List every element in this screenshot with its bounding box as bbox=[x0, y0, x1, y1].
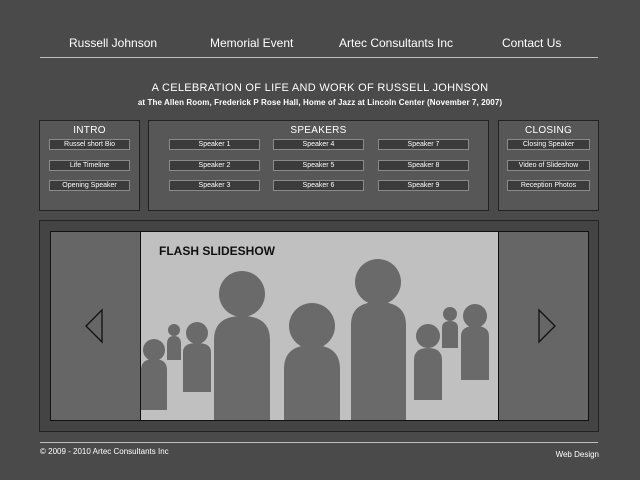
reception-photos-button[interactable]: Reception Photos bbox=[507, 180, 590, 191]
speakers-heading: SPEAKERS bbox=[290, 125, 347, 136]
next-slide-area[interactable] bbox=[498, 232, 588, 420]
arrow-left-icon[interactable] bbox=[84, 308, 104, 344]
web-design-credit[interactable]: Web Design bbox=[556, 450, 599, 459]
video-of-slideshow-button[interactable]: Video of Slideshow bbox=[507, 160, 590, 171]
slideshow-frame: FLASH SLIDESHOW bbox=[50, 231, 589, 421]
speaker-1-button[interactable]: Speaker 1 bbox=[169, 139, 260, 150]
copyright-text: © 2009 - 2010 Artec Consultants Inc bbox=[40, 447, 169, 456]
nav-link-memorial-event[interactable]: Memorial Event bbox=[210, 36, 293, 50]
life-timeline-button[interactable]: Life Timeline bbox=[49, 160, 130, 171]
speaker-3-button[interactable]: Speaker 3 bbox=[169, 180, 260, 191]
page-title: A CELEBRATION OF LIFE AND WORK OF RUSSEL… bbox=[151, 82, 489, 94]
closing-panel: CLOSING Closing Speaker Video of Slidesh… bbox=[498, 120, 599, 211]
top-nav: Russell Johnson Memorial Event Artec Con… bbox=[40, 36, 598, 58]
speaker-8-button[interactable]: Speaker 8 bbox=[378, 160, 469, 171]
previous-slide-area[interactable] bbox=[51, 232, 141, 420]
russel-short-bio-button[interactable]: Russel short Bio bbox=[49, 139, 130, 150]
speaker-6-button[interactable]: Speaker 6 bbox=[273, 180, 364, 191]
footer-divider bbox=[40, 442, 598, 443]
speakers-panel: SPEAKERS Speaker 1 Speaker 2 Speaker 3 S… bbox=[148, 120, 489, 211]
closing-heading: CLOSING bbox=[524, 125, 573, 136]
opening-speaker-button[interactable]: Opening Speaker bbox=[49, 180, 130, 191]
speaker-2-button[interactable]: Speaker 2 bbox=[169, 160, 260, 171]
page-subtitle: at The Allen Room, Frederick P Rose Hall… bbox=[137, 98, 503, 107]
nav-link-contact-us[interactable]: Contact Us bbox=[502, 36, 561, 50]
intro-panel: INTRO Russel short Bio Life Timeline Ope… bbox=[39, 120, 140, 211]
intro-heading: INTRO bbox=[73, 125, 106, 136]
closing-speaker-button[interactable]: Closing Speaker bbox=[507, 139, 590, 150]
person-silhouette-icon bbox=[141, 259, 489, 420]
nav-link-russell-johnson[interactable]: Russell Johnson bbox=[69, 36, 157, 50]
speaker-5-button[interactable]: Speaker 5 bbox=[273, 160, 364, 171]
slideshow-stage: FLASH SLIDESHOW bbox=[39, 220, 599, 432]
nav-link-artec-consultants[interactable]: Artec Consultants Inc bbox=[339, 36, 453, 50]
slideshow-viewport: FLASH SLIDESHOW bbox=[141, 232, 499, 420]
speaker-9-button[interactable]: Speaker 9 bbox=[378, 180, 469, 191]
arrow-right-icon[interactable] bbox=[537, 308, 557, 344]
speaker-7-button[interactable]: Speaker 7 bbox=[378, 139, 469, 150]
speaker-4-button[interactable]: Speaker 4 bbox=[273, 139, 364, 150]
